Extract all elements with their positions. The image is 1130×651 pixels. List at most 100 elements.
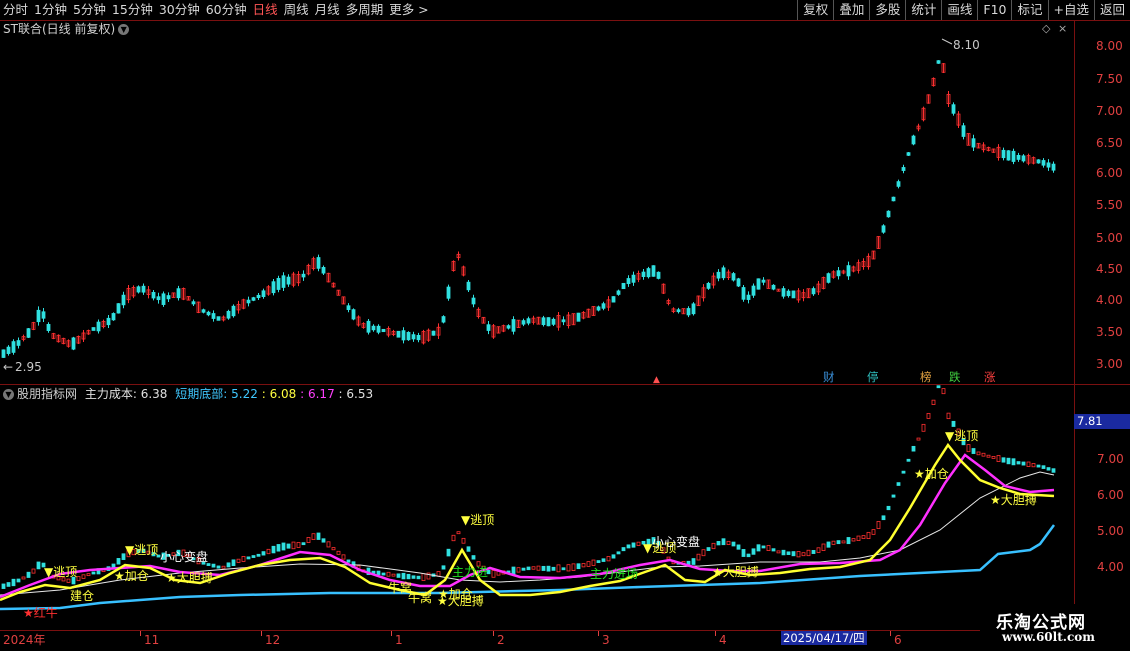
indicator-candle: [326, 541, 331, 548]
overlay-button[interactable]: 叠加: [833, 0, 869, 20]
indicator-candle: [931, 399, 936, 405]
candle-body: [351, 309, 356, 320]
indicator-candle: [341, 554, 346, 560]
tab-multi-period[interactable]: 多周期: [343, 0, 387, 20]
candle-body: [26, 328, 31, 338]
candle-body: [731, 273, 736, 281]
candle-body: [551, 318, 556, 325]
indicator-candle: [561, 567, 566, 571]
back-button[interactable]: 返回: [1093, 0, 1130, 20]
indicator-candle: [851, 538, 856, 542]
tab-5min[interactable]: 5分钟: [70, 0, 109, 20]
indicator-candle: [986, 454, 991, 458]
candle-body: [561, 319, 566, 323]
indicator-candle: [771, 548, 776, 552]
date-tick: [391, 631, 392, 636]
candle-body: [301, 273, 306, 278]
candle-body: [706, 282, 711, 289]
indicator-candle: [916, 437, 921, 441]
indicator-candle: [281, 542, 286, 551]
statistics-button[interactable]: 统计: [905, 0, 941, 20]
indicator-candle: [756, 544, 761, 552]
indicator-candle: [236, 558, 241, 563]
tab-monthly[interactable]: 月线: [312, 0, 343, 20]
indicator-candle: [911, 445, 916, 452]
indicator-candle: [6, 582, 11, 587]
limit-down-badge[interactable]: 跌: [948, 371, 962, 384]
date-tick: [715, 631, 716, 636]
tab-1min[interactable]: 1分钟: [31, 0, 70, 20]
indicator-candle: [831, 540, 836, 545]
candle-body: [141, 285, 146, 293]
indicator-candle: [876, 521, 881, 529]
indicator-tick: 4.00: [1097, 560, 1124, 574]
candle-body: [936, 60, 941, 64]
indicator-candle: [466, 546, 471, 552]
tab-more[interactable]: 更多 >: [386, 0, 431, 20]
indicator-candle: [836, 540, 841, 545]
candle-body: [811, 288, 816, 295]
indicator-candle: [391, 573, 396, 577]
bold-bet-signal: ★大胆搏: [166, 571, 213, 585]
add-watchlist-button[interactable]: +自选: [1047, 0, 1094, 20]
candle-body: [16, 340, 21, 346]
ranking-badge[interactable]: 榜: [919, 371, 933, 384]
price-tick: 7.00: [1096, 104, 1123, 118]
candle-body: [206, 311, 211, 316]
indicator-candle: [666, 556, 671, 560]
indicator-candle: [946, 412, 951, 420]
candle-body: [1036, 159, 1041, 164]
toolbar-actions: 复权 叠加 多股 统计 画线 F10 标记 +自选 返回: [797, 0, 1130, 20]
indicator-candle: [401, 572, 406, 580]
candle-body: [11, 341, 16, 353]
mark-button[interactable]: 标记: [1011, 0, 1047, 20]
candle-body: [1016, 154, 1021, 160]
indicator-candle: [796, 551, 801, 558]
tab-timeshare[interactable]: 分时: [0, 0, 31, 20]
candle-body: [601, 303, 606, 309]
draw-line-button[interactable]: 画线: [941, 0, 977, 20]
limit-up-badge[interactable]: 涨: [983, 371, 997, 384]
candle-body: [741, 287, 746, 300]
f10-button[interactable]: F10: [977, 0, 1011, 20]
escape-top-signal: ▼逃顶: [125, 543, 159, 557]
indicator-candle: [416, 575, 421, 580]
financial-badge[interactable]: 财: [822, 371, 836, 384]
indicator-candle: [971, 448, 976, 454]
period-toolbar: 分时 1分钟 5分钟 15分钟 30分钟 60分钟 日线 周线 月线 多周期 更…: [0, 0, 1130, 21]
indicator-candle: [541, 565, 546, 571]
indicator-candle: [631, 542, 636, 548]
candle-body: [511, 319, 516, 332]
candle-body: [106, 317, 111, 326]
tab-weekly[interactable]: 周线: [281, 0, 312, 20]
candle-body: [41, 311, 46, 319]
tab-daily[interactable]: 日线: [250, 0, 281, 20]
tab-15min[interactable]: 15分钟: [109, 0, 156, 20]
indicator-candle: [471, 555, 476, 560]
bold-bet-signal: ★大胆搏: [437, 594, 484, 608]
indicator-candle: [821, 543, 826, 551]
indicator-candle: [441, 565, 446, 570]
indicator-candle: [806, 549, 811, 557]
candle-body: [116, 303, 121, 314]
price-tick: 6.50: [1096, 136, 1123, 150]
indicator-candle: [451, 534, 456, 542]
indicator-candle: [536, 565, 541, 571]
indicator-candle: [396, 573, 401, 578]
multi-stock-button[interactable]: 多股: [869, 0, 905, 20]
indicator-candle: [491, 570, 496, 578]
candle-body: [446, 286, 451, 299]
tab-30min[interactable]: 30分钟: [156, 0, 203, 20]
indicator-candle: [406, 573, 411, 580]
escape-top-signal: ▼逃顶: [945, 429, 979, 443]
candle-body: [791, 290, 796, 299]
indicator-candle: [761, 545, 766, 549]
candle-body: [691, 303, 696, 315]
price-tick: 5.00: [1096, 231, 1123, 245]
suspended-badge[interactable]: 停: [866, 371, 880, 384]
adjust-button[interactable]: 复权: [797, 0, 833, 20]
tab-60min[interactable]: 60分钟: [203, 0, 250, 20]
candle-body: [156, 296, 161, 301]
candle-body: [781, 288, 786, 297]
candle-body: [506, 325, 511, 329]
